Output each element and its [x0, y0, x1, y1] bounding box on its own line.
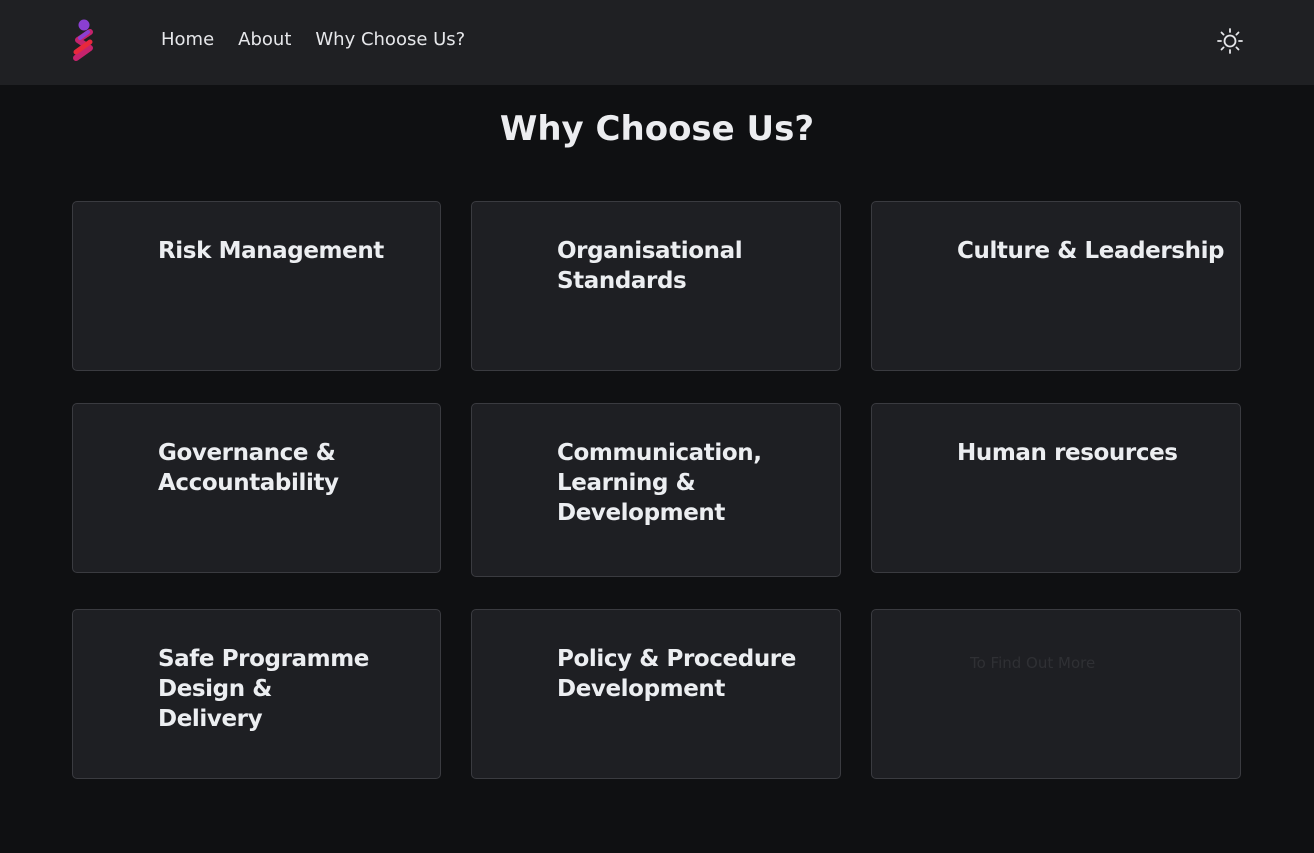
- navbar: Home About Why Choose Us?: [0, 0, 1314, 85]
- card-title: Risk Management: [158, 238, 384, 264]
- card-human-resources[interactable]: Human resources: [871, 403, 1241, 573]
- card-communication-learning-development[interactable]: Communication, Learning & Development: [471, 403, 841, 577]
- card-title: Human resources: [957, 440, 1178, 466]
- card-title: Safe Programme Design & Delivery: [158, 646, 369, 732]
- sun-icon: [1217, 28, 1243, 54]
- card-organisational-standards[interactable]: Organisational Standards: [471, 201, 841, 371]
- card-culture-leadership[interactable]: Culture & Leadership: [871, 201, 1241, 371]
- brand-logo-icon[interactable]: [70, 18, 98, 64]
- card-safe-programme-design-delivery[interactable]: Safe Programme Design & Delivery: [72, 609, 441, 779]
- find-out-more-text: To Find Out More: [970, 654, 1096, 672]
- nav-link-home[interactable]: Home: [161, 28, 214, 52]
- card-title: Communication, Learning & Development: [557, 440, 762, 526]
- nav-links: Home About Why Choose Us?: [161, 28, 489, 52]
- card-find-out-more[interactable]: To Find Out More: [871, 609, 1241, 779]
- theme-toggle-button[interactable]: [1216, 27, 1244, 55]
- card-title: Culture & Leadership: [957, 238, 1225, 264]
- page-title: Why Choose Us?: [499, 109, 815, 149]
- card-title: Organisational Standards: [557, 238, 743, 294]
- card-risk-management[interactable]: Risk Management: [72, 201, 441, 371]
- card-policy-procedure-development[interactable]: Policy & Procedure Development: [471, 609, 841, 779]
- nav-link-about[interactable]: About: [238, 28, 291, 52]
- card-governance-accountability[interactable]: Governance & Accountability: [72, 403, 441, 573]
- nav-link-why-choose-us[interactable]: Why Choose Us?: [315, 28, 465, 52]
- card-title: Policy & Procedure Development: [557, 646, 796, 702]
- card-title: Governance & Accountability: [158, 440, 339, 496]
